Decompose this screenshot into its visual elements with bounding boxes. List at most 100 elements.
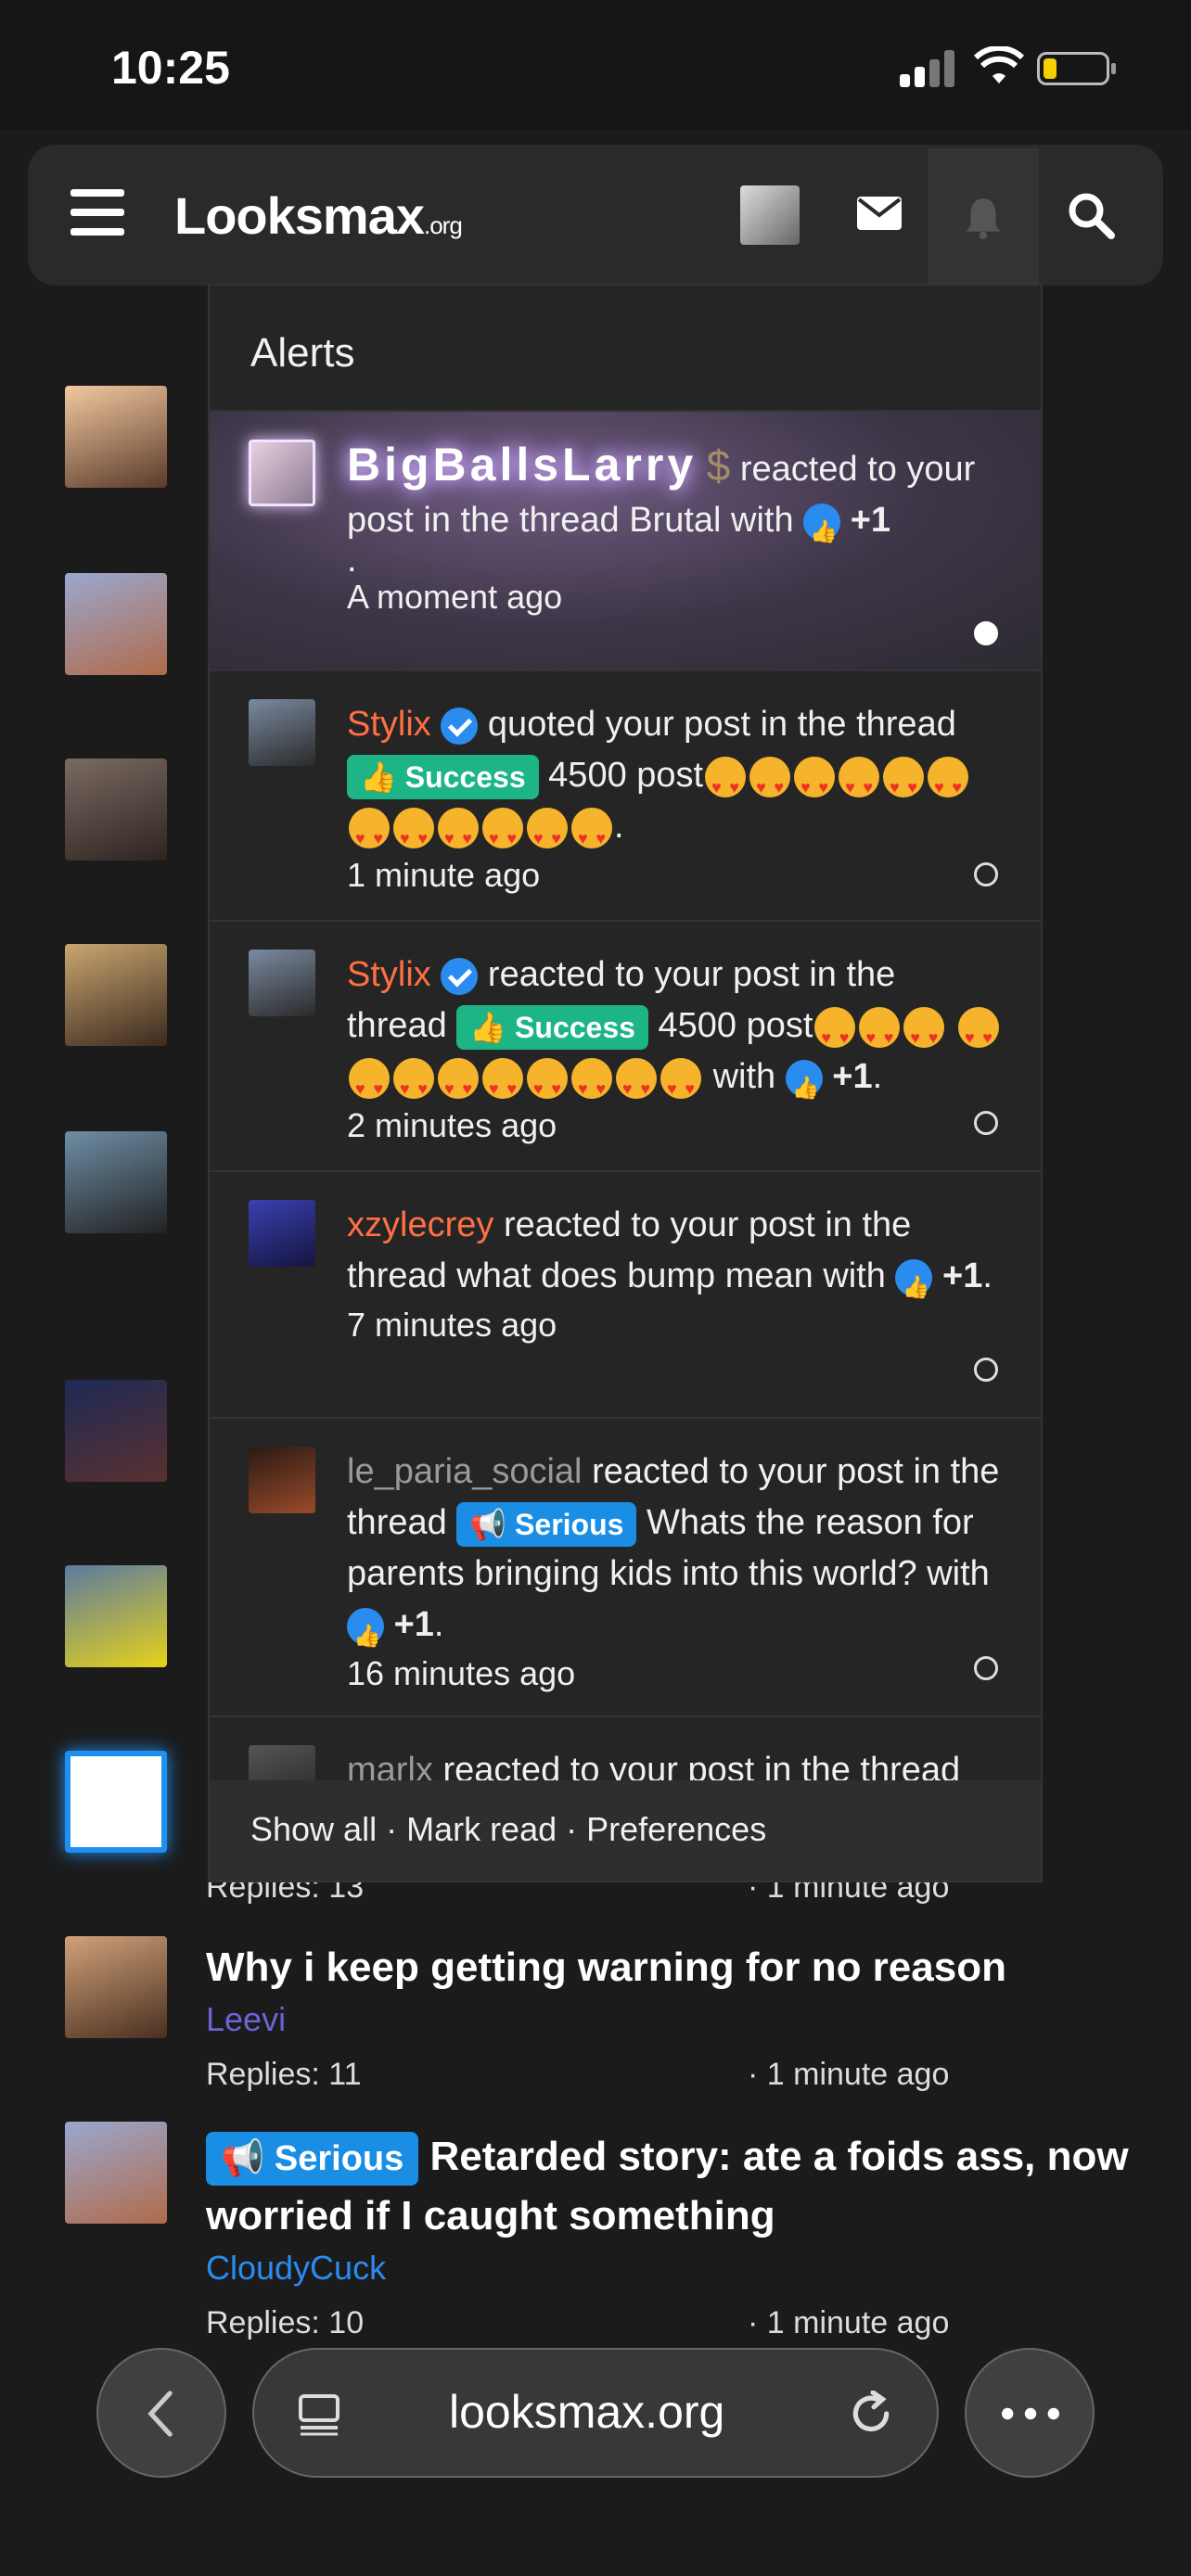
alert-thread[interactable]: 4500 post <box>658 1006 813 1045</box>
search-icon[interactable] <box>1067 191 1115 239</box>
thread-title[interactable]: 📢 Serious Retarded story: ate a foids as… <box>206 2127 1133 2246</box>
alert-item[interactable]: le_paria_social reacted to your post in … <box>210 1417 1041 1715</box>
url-text: looksmax.org <box>449 2386 725 2438</box>
unread-dot[interactable] <box>974 862 998 886</box>
menu-icon[interactable] <box>70 189 124 236</box>
alert-item[interactable]: BigBallsLarry $ reacted to your post in … <box>210 410 1041 670</box>
verified-icon <box>441 707 479 745</box>
heart-eyes-emoji-icon <box>438 1057 479 1115</box>
heart-eyes-emoji-icon <box>859 1006 901 1064</box>
heart-eyes-emoji-icon <box>393 807 434 864</box>
site-logo[interactable]: Looksmax.org <box>174 185 463 246</box>
tabs-icon <box>299 2394 339 2436</box>
alert-text: quoted your post in the thread <box>487 705 956 744</box>
thread-avatar[interactable] <box>65 386 167 488</box>
alerts-dropdown: Alerts BigBallsLarry $ reacted to your p… <box>208 284 1043 1882</box>
alert-reaction: +1 <box>850 501 891 540</box>
alert-item[interactable]: Stylix reacted to your post in the threa… <box>210 920 1041 1170</box>
heart-eyes-emoji-icon <box>482 1057 523 1115</box>
alert-item[interactable]: Stylix quoted your post in the thread 👍 … <box>210 670 1041 920</box>
signal-icon <box>900 50 957 87</box>
user-avatar[interactable] <box>740 185 800 245</box>
unread-dot[interactable] <box>974 621 998 645</box>
logo-text: Looksmax <box>174 186 425 245</box>
alerts-footer[interactable]: Show all · Mark read · Preferences <box>210 1780 1041 1881</box>
thread-title[interactable]: Why i keep getting warning for no reason <box>206 1938 1133 1997</box>
alert-avatar[interactable] <box>249 1200 315 1267</box>
thread-avatar[interactable] <box>65 1131 167 1233</box>
reload-icon[interactable] <box>848 2391 894 2437</box>
alert-time: A moment ago <box>347 578 563 616</box>
prefix-success: 👍 Success <box>347 754 539 799</box>
mail-icon[interactable] <box>857 197 902 230</box>
heart-eyes-emoji-icon <box>438 807 479 864</box>
wifi-icon <box>974 46 1024 83</box>
heart-eyes-emoji-icon <box>903 1006 945 1064</box>
alert-trail: . <box>982 1256 992 1295</box>
alert-avatar[interactable] <box>249 699 315 766</box>
like-icon <box>785 1059 823 1114</box>
thread-avatar[interactable] <box>65 2122 167 2224</box>
status-bar: 10:25 <box>0 0 1191 130</box>
alert-avatar[interactable] <box>249 1447 315 1513</box>
prefix-label: Success <box>515 1010 635 1044</box>
like-icon <box>803 503 841 557</box>
thread-item[interactable]: Why i keep getting warning for no reason… <box>206 1938 1133 2042</box>
prefix-serious: 📢 Serious <box>456 1501 637 1547</box>
alerts-title: Alerts <box>250 330 355 376</box>
heart-eyes-emoji-icon <box>928 756 969 813</box>
more-button[interactable] <box>965 2348 1095 2478</box>
thread-author[interactable]: CloudyCuck <box>206 2246 1133 2290</box>
thread-replies: Replies: 11 <box>206 2057 362 2092</box>
bell-icon <box>966 198 1001 239</box>
top-navbar: Looksmax.org <box>28 145 1163 286</box>
thread-avatar[interactable] <box>65 1936 167 2038</box>
back-button[interactable] <box>96 2348 226 2478</box>
alert-username[interactable]: xzylecrey <box>347 1205 493 1244</box>
verified-icon <box>441 957 479 995</box>
address-bar[interactable]: looksmax.org <box>252 2348 939 2478</box>
alert-avatar[interactable] <box>249 950 315 1016</box>
thread-avatar[interactable] <box>65 944 167 1046</box>
unread-dot[interactable] <box>974 1111 998 1135</box>
heart-eyes-emoji-icon <box>527 807 568 864</box>
thread-avatar[interactable] <box>65 759 167 861</box>
alerts-button[interactable] <box>928 148 1039 286</box>
alert-trail: . <box>433 1605 444 1644</box>
heart-eyes-emoji-icon <box>749 756 791 813</box>
thread-author[interactable]: Leevi <box>206 1997 1133 2042</box>
thread-avatar[interactable] <box>65 1565 167 1667</box>
unread-dot[interactable] <box>974 1656 998 1680</box>
like-icon <box>347 1607 384 1662</box>
prefix-label: Serious <box>515 1507 624 1541</box>
thread-replies: Replies: 10 <box>206 2305 365 2340</box>
alert-reaction: +1 <box>942 1256 983 1295</box>
thread-avatar[interactable] <box>65 573 167 675</box>
heart-eyes-emoji-icon <box>571 807 612 864</box>
alert-with: with <box>927 1554 990 1593</box>
alert-thread[interactable]: 4500 post <box>548 756 703 795</box>
thread-time: · 1 minute ago <box>748 2057 950 2092</box>
heart-eyes-emoji-icon <box>794 756 836 813</box>
alert-username[interactable]: Stylix <box>347 955 431 994</box>
heart-eyes-emoji-icon <box>349 807 390 864</box>
alert-username[interactable]: le_paria_social <box>347 1452 583 1491</box>
alert-username[interactable]: BigBallsLarry <box>347 439 697 491</box>
prefix-success: 👍 Success <box>456 1004 648 1050</box>
alert-item[interactable]: xzylecrey reacted to your post in the th… <box>210 1170 1041 1417</box>
alert-username[interactable]: Stylix <box>347 705 431 744</box>
logo-tld: .org <box>424 211 463 239</box>
heart-eyes-emoji-icon <box>814 1006 856 1064</box>
heart-eyes-emoji-icon <box>527 1057 568 1115</box>
heart-eyes-emoji-icon <box>660 1057 701 1115</box>
thread-item[interactable]: 📢 Serious Retarded story: ate a foids as… <box>206 2127 1133 2290</box>
thread-avatar[interactable] <box>65 1751 167 1853</box>
thread-avatar[interactable] <box>65 1380 167 1482</box>
alert-avatar[interactable] <box>249 440 315 506</box>
dollar-icon: $ <box>706 441 731 490</box>
alert-trail: . <box>614 807 624 846</box>
unread-dot[interactable] <box>974 1358 998 1382</box>
battery-icon <box>1037 52 1116 85</box>
heart-eyes-emoji-icon <box>393 1057 434 1115</box>
alert-with: with <box>712 1057 776 1096</box>
